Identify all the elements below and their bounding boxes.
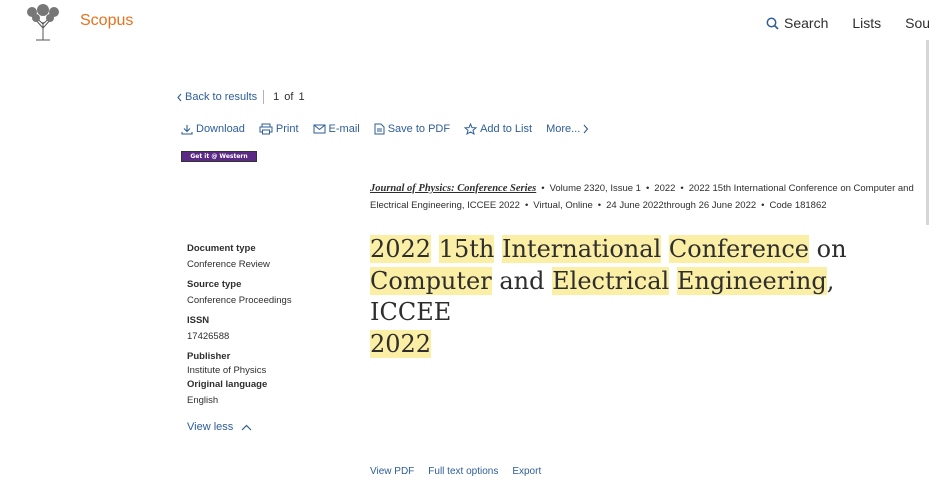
title-word: Engineering <box>676 266 827 295</box>
title-word: Conference <box>668 235 810 263</box>
bullet: • <box>645 183 650 194</box>
print-button[interactable]: Print <box>259 123 299 135</box>
export-link[interactable]: Export <box>512 466 541 477</box>
conference-code: Code 181862 <box>769 200 827 211</box>
title-word: and <box>499 266 545 295</box>
citation-year: 2022 <box>654 183 676 194</box>
bullet: • <box>761 200 765 211</box>
top-nav: Search Lists Sou <box>766 15 929 31</box>
pager-of: of <box>284 91 294 103</box>
download-button[interactable]: Download <box>181 123 245 135</box>
title-word: 15th <box>438 235 495 263</box>
download-icon <box>181 124 193 135</box>
chevron-right-icon <box>583 124 589 134</box>
source-citation: Journal of Physics: Conference Series • Vo… <box>370 180 915 214</box>
view-pdf-link[interactable]: View PDF <box>370 466 414 477</box>
document-type-value: Conference Review <box>187 259 270 270</box>
view-less-label: View less <box>187 421 234 433</box>
search-icon <box>766 17 779 30</box>
title-word: International <box>502 235 662 263</box>
top-header: Scopus Search Lists Sou <box>0 0 929 50</box>
get-it-at-western-button[interactable]: Get it @ Western <box>181 151 257 162</box>
back-to-results-label: Back to results <box>185 91 258 103</box>
title-word: 2022 <box>370 235 432 263</box>
bottom-action-row: View PDF Full text options Export <box>370 466 555 477</box>
title-word: Computer <box>370 266 492 295</box>
result-pager: 1 of 1 <box>273 91 309 103</box>
back-row: Back to results 1 of 1 <box>176 90 310 104</box>
divider <box>263 90 265 104</box>
download-label: Download <box>196 123 245 135</box>
issn-label: ISSN <box>187 315 210 326</box>
save-to-pdf-button[interactable]: Save to PDF <box>374 123 450 135</box>
conference-dates: 24 June 2022through 26 June 2022 <box>606 200 757 211</box>
email-icon <box>313 124 326 134</box>
email-label: E-mail <box>328 123 360 135</box>
pdf-icon <box>374 123 385 135</box>
back-to-results-link[interactable]: Back to results <box>176 91 257 103</box>
original-language-value: English <box>187 395 219 406</box>
nav-sources[interactable]: Sou <box>905 15 929 31</box>
title-word: Electrical <box>552 266 670 295</box>
issn-value: 17426588 <box>187 331 230 342</box>
add-to-list-button[interactable]: Add to List <box>464 123 532 135</box>
print-label: Print <box>275 123 299 135</box>
scopus-brand[interactable]: Scopus <box>80 12 133 30</box>
document-type-label: Document type <box>187 243 256 254</box>
more-label: More... <box>546 123 581 135</box>
pager-total: 1 <box>298 91 305 103</box>
nav-search-label: Search <box>784 15 829 31</box>
publisher-value: Institute of Physics <box>187 365 267 376</box>
nav-lists[interactable]: Lists <box>852 15 881 31</box>
title-word: on <box>816 235 847 263</box>
nav-lists-label: Lists <box>852 15 882 31</box>
nav-search[interactable]: Search <box>766 15 828 31</box>
source-type-value: Conference Proceedings <box>187 295 292 306</box>
journal-link[interactable]: Journal of Physics: Conference Series <box>370 183 536 194</box>
bullet: • <box>524 200 529 211</box>
original-language-label: Original language <box>187 379 268 390</box>
chevron-left-icon <box>177 93 182 101</box>
bullet: • <box>541 183 545 194</box>
print-icon <box>259 123 273 135</box>
full-text-options-link[interactable]: Full text options <box>428 466 498 477</box>
conference-location: Virtual, Online <box>533 200 593 211</box>
star-icon <box>464 123 478 135</box>
bullet: • <box>680 183 684 194</box>
nav-sources-label: Sou <box>905 15 929 31</box>
elsevier-logo-icon[interactable] <box>22 4 64 42</box>
chevron-up-icon <box>241 424 252 430</box>
document-title: 2022 15th International Conference on Co… <box>370 234 890 360</box>
email-button[interactable]: E-mail <box>313 123 360 135</box>
pager-current: 1 <box>273 91 280 103</box>
document-actions: Download Print E-mail Save to PDF Add to… <box>181 123 606 135</box>
volume-issue: Volume 2320, Issue 1 <box>549 183 641 194</box>
publisher-label: Publisher <box>187 351 231 362</box>
bullet: • <box>597 200 602 211</box>
source-type-label: Source type <box>187 279 242 290</box>
save-to-pdf-label: Save to PDF <box>387 123 451 135</box>
more-button[interactable]: More... <box>546 123 592 135</box>
title-word: 2022 <box>370 329 432 358</box>
document-details: Document type Conference Review Source t… <box>187 242 357 408</box>
view-less-toggle[interactable]: View less <box>187 421 252 433</box>
add-to-list-label: Add to List <box>480 123 533 135</box>
